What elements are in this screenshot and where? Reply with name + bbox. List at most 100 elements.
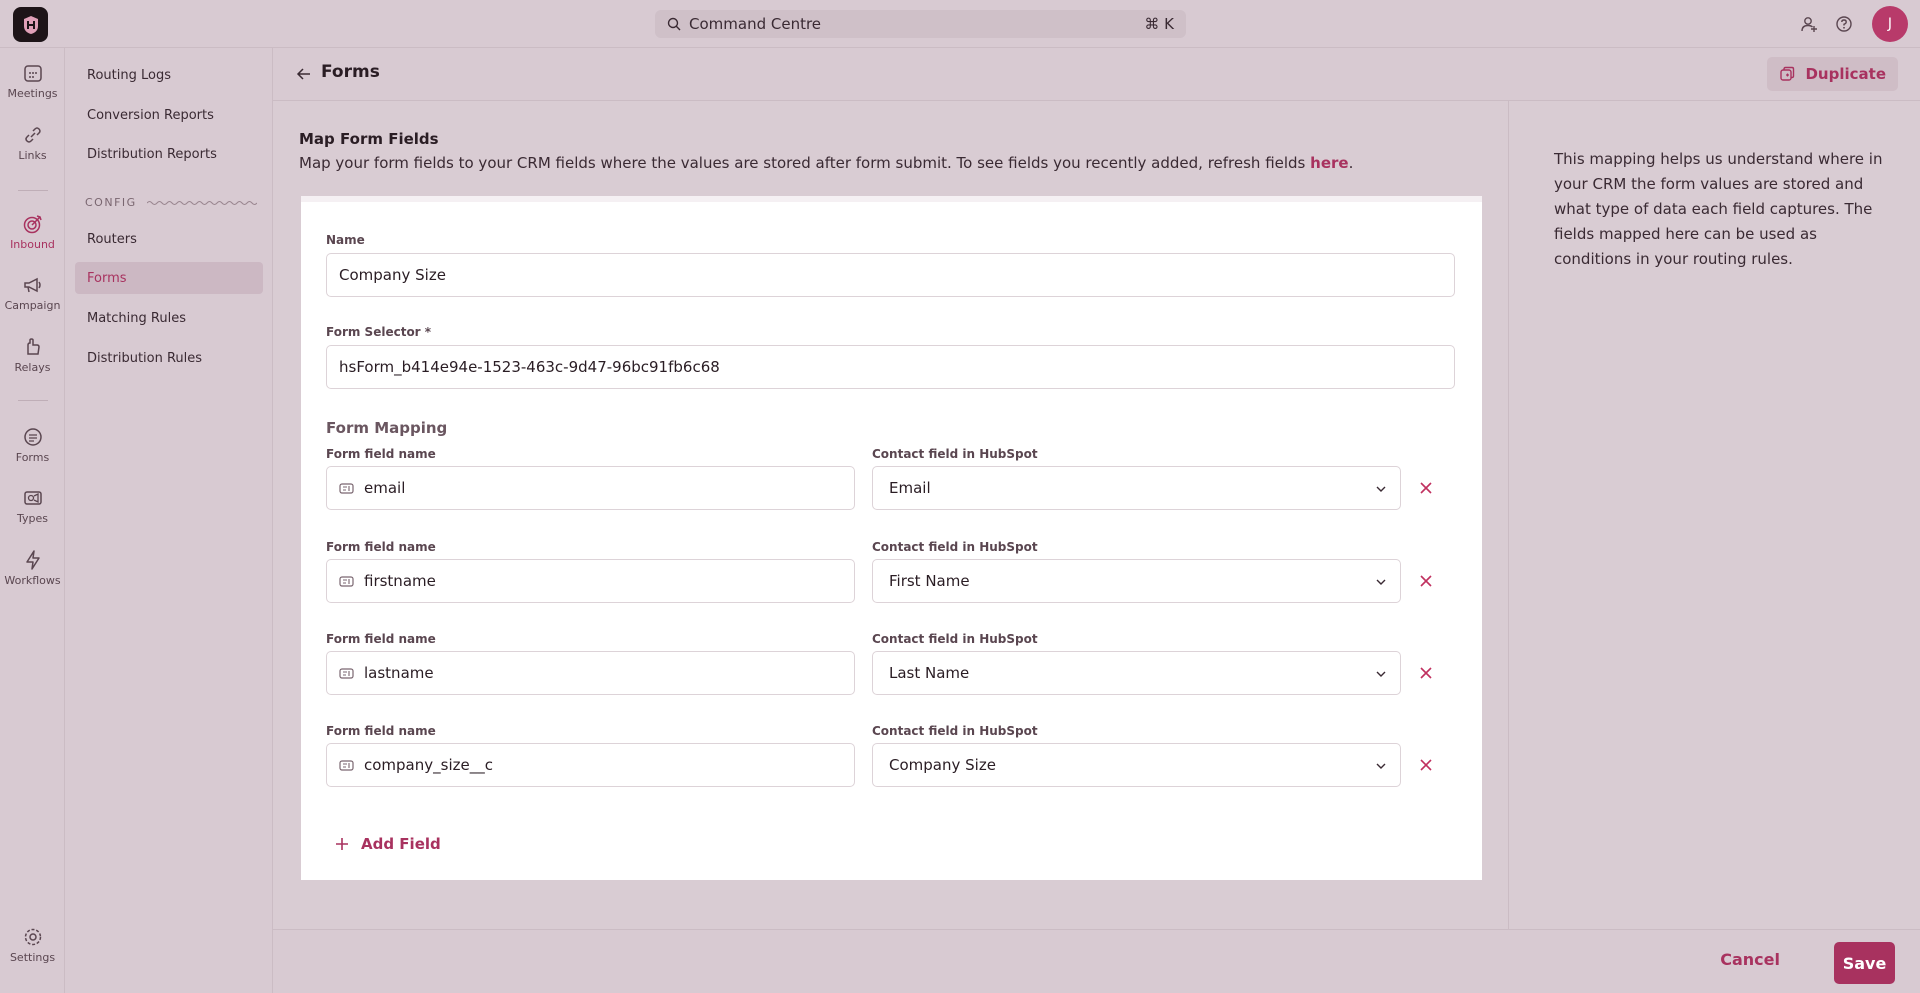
chevron-down-icon <box>1376 763 1386 769</box>
remove-row-icon[interactable] <box>1418 480 1434 496</box>
page-title: Forms <box>321 62 380 82</box>
form-field-icon <box>339 667 354 679</box>
hand-icon <box>26 338 40 355</box>
rail-divider <box>18 190 48 191</box>
form-field-icon <box>339 575 354 587</box>
rail-label-workflows: Workflows <box>4 574 61 587</box>
form-field-input[interactable]: lastname <box>326 651 855 695</box>
command-centre-label: Command Centre <box>689 15 822 33</box>
add-field-button[interactable]: Add Field <box>335 835 441 853</box>
rail-item-meetings[interactable]: Meetings <box>0 62 65 112</box>
copy-icon <box>1780 66 1795 81</box>
avatar[interactable]: J <box>1872 6 1908 42</box>
duplicate-button[interactable]: Duplicate <box>1767 57 1898 91</box>
field-name-label: Form field name <box>326 632 436 646</box>
config-label: CONFIG <box>85 196 137 209</box>
gear-icon <box>24 928 41 946</box>
section-title: Map Form Fields <box>299 130 439 148</box>
subnav-item-forms[interactable]: Forms <box>75 262 263 294</box>
rail-item-relays[interactable]: Relays <box>0 336 65 386</box>
secondary-nav: Routing Logs Conversion Reports Distribu… <box>65 48 273 993</box>
help-icon[interactable] <box>1835 15 1853 33</box>
subnav-item-distribution-rules[interactable]: Distribution Rules <box>75 342 263 374</box>
rail-item-settings[interactable]: Settings <box>0 926 65 976</box>
cancel-button[interactable]: Cancel <box>1720 950 1780 969</box>
crm-field-select[interactable]: Last Name <box>872 651 1401 695</box>
link-icon <box>24 127 41 143</box>
remove-row-icon[interactable] <box>1418 757 1434 773</box>
save-button[interactable]: Save <box>1834 942 1895 984</box>
rail-item-campaign[interactable]: Campaign <box>0 274 65 324</box>
app-logo[interactable] <box>13 7 48 42</box>
chevron-down-icon <box>1376 486 1386 492</box>
rail-item-types[interactable]: Types <box>0 487 65 537</box>
command-centre-search[interactable]: Command Centre ⌘ K <box>655 10 1186 38</box>
subnav-item-distribution-reports[interactable]: Distribution Reports <box>75 138 263 170</box>
subnav-item-routing-logs[interactable]: Routing Logs <box>75 59 263 91</box>
subnav-item-routers[interactable]: Routers <box>75 223 263 255</box>
crm-field-label: Contact field in HubSpot <box>872 540 1038 554</box>
crm-field-label: Contact field in HubSpot <box>872 724 1038 738</box>
crm-field-select[interactable]: Company Size <box>872 743 1401 787</box>
crm-field-value: Last Name <box>889 664 970 682</box>
name-label: Name <box>326 233 365 247</box>
crm-field-label: Contact field in HubSpot <box>872 447 1038 461</box>
rail-label-forms: Forms <box>15 451 50 464</box>
form-field-value: email <box>364 479 406 497</box>
plus-icon <box>336 838 348 850</box>
description-period: . <box>1348 154 1354 172</box>
name-input[interactable]: Company Size <box>326 253 1455 297</box>
add-field-label: Add Field <box>361 835 441 853</box>
form-field-input[interactable]: firstname <box>326 559 855 603</box>
shortcut-hint: ⌘ K <box>1144 15 1174 33</box>
bolt-icon <box>25 550 40 570</box>
logo-icon <box>23 15 38 34</box>
main-content: Map Form Fields Map your form fields to … <box>273 101 1508 929</box>
refresh-fields-link[interactable]: here <box>1310 154 1348 172</box>
remove-row-icon[interactable] <box>1418 665 1434 681</box>
form-mapping-title: Form Mapping <box>326 419 448 437</box>
chevron-down-icon <box>1376 579 1386 585</box>
form-field-value: firstname <box>364 572 436 590</box>
crm-field-value: Email <box>889 479 931 497</box>
config-section-header: CONFIG <box>85 196 257 209</box>
form-field-value: lastname <box>364 664 434 682</box>
form-card: Name Company Size Form Selector * hsForm… <box>301 196 1482 880</box>
crm-field-value: First Name <box>889 572 970 590</box>
rail-item-forms[interactable]: Forms <box>0 426 65 476</box>
form-selector-label: Form Selector * <box>326 325 432 339</box>
rail-label-types: Types <box>17 512 48 525</box>
target-icon <box>23 215 42 234</box>
form-field-input[interactable]: company_size__c <box>326 743 855 787</box>
form-field-icon <box>339 759 354 771</box>
crm-field-label: Contact field in HubSpot <box>872 632 1038 646</box>
back-arrow-icon[interactable] <box>295 65 313 83</box>
rail-item-links[interactable]: Links <box>0 124 65 174</box>
rail-item-workflows[interactable]: Workflows <box>0 549 65 599</box>
crm-field-select[interactable]: First Name <box>872 559 1401 603</box>
remove-row-icon[interactable] <box>1418 573 1434 589</box>
subnav-item-matching-rules[interactable]: Matching Rules <box>75 302 263 334</box>
crm-field-select[interactable]: Email <box>872 466 1401 510</box>
rail-label-links: Links <box>18 149 47 162</box>
form-icon <box>23 428 42 446</box>
form-selector-input[interactable]: hsForm_b414e94e-1523-463c-9d47-96bc91fb6… <box>326 345 1455 389</box>
help-text: This mapping helps us understand where i… <box>1554 150 1883 268</box>
duplicate-label: Duplicate <box>1805 65 1886 83</box>
field-name-label: Form field name <box>326 540 436 554</box>
megaphone-icon <box>23 277 41 293</box>
wave-divider <box>146 200 257 205</box>
video-icon <box>23 491 42 505</box>
help-panel: This mapping helps us understand where i… <box>1508 101 1920 929</box>
rail-item-inbound[interactable]: Inbound <box>0 213 65 263</box>
calendar-icon <box>23 65 42 82</box>
subnav-item-conversion-reports[interactable]: Conversion Reports <box>75 99 263 131</box>
chevron-down-icon <box>1376 671 1386 677</box>
rail-divider <box>18 400 48 401</box>
field-name-label: Form field name <box>326 447 436 461</box>
page-header: Forms Duplicate <box>273 48 1920 101</box>
rail-label-meetings: Meetings <box>7 87 58 100</box>
add-user-icon[interactable] <box>1800 15 1818 33</box>
form-field-input[interactable]: email <box>326 466 855 510</box>
section-description: Map your form fields to your CRM fields … <box>299 154 1353 172</box>
